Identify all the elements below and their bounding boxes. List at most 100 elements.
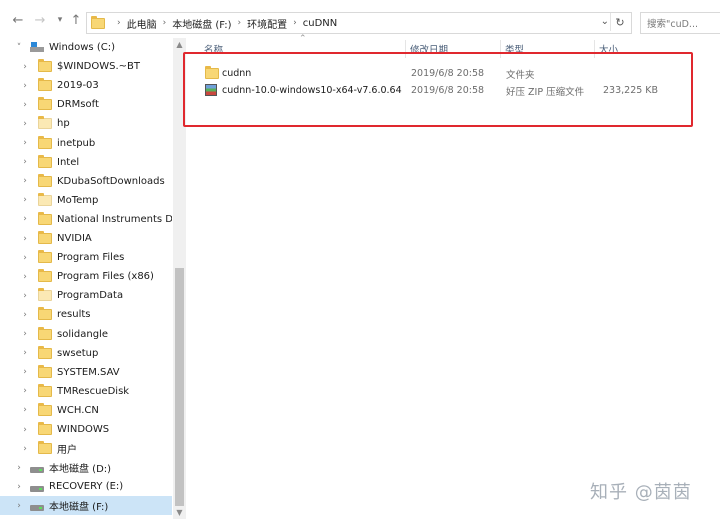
address-dropdown-chevron-icon[interactable]: ⌄ bbox=[601, 16, 609, 27]
sidebar-item-label: solidangle bbox=[57, 328, 108, 340]
windows-drive-icon bbox=[30, 42, 44, 53]
scroll-down-arrow-icon[interactable]: ▼ bbox=[173, 506, 186, 519]
scroll-up-arrow-icon[interactable]: ▲ bbox=[173, 38, 186, 51]
sidebar-item-label: TMRescueDisk bbox=[57, 385, 130, 397]
sidebar-item-results[interactable]: › results bbox=[0, 305, 172, 324]
recent-locations-chevron-icon[interactable]: ▾ bbox=[52, 12, 68, 28]
collapsed-chevron-icon[interactable]: › bbox=[14, 501, 24, 511]
folder-icon bbox=[38, 250, 52, 264]
collapsed-chevron-icon[interactable]: › bbox=[20, 176, 30, 186]
sidebar-item-label: Windows (C:) bbox=[49, 42, 115, 53]
sidebar-item-2019-03[interactable]: › 2019-03 bbox=[0, 76, 172, 95]
collapsed-chevron-icon[interactable]: › bbox=[20, 367, 30, 377]
sidebar-item-label: 本地磁盘 (F:) bbox=[49, 502, 109, 514]
collapsed-chevron-icon[interactable]: › bbox=[20, 100, 30, 110]
collapsed-chevron-icon[interactable]: › bbox=[20, 329, 30, 339]
collapsed-chevron-icon[interactable]: › bbox=[20, 310, 30, 320]
folder-icon bbox=[38, 422, 52, 435]
collapsed-chevron-icon[interactable]: › bbox=[20, 234, 30, 244]
collapsed-chevron-icon[interactable]: › bbox=[20, 425, 30, 435]
folder-icon bbox=[38, 441, 52, 455]
breadcrumb-cudnn[interactable]: cuDNN bbox=[303, 18, 338, 29]
collapsed-chevron-icon[interactable]: › bbox=[20, 214, 30, 224]
sidebar-item-program-files[interactable]: › Program Files bbox=[0, 248, 172, 267]
sidebar-item-programdata[interactable]: › ProgramData bbox=[0, 286, 172, 305]
sidebar-item-intel[interactable]: › Intel bbox=[0, 153, 172, 172]
folder-icon bbox=[38, 383, 52, 397]
sidebar-item-windows[interactable]: › WINDOWS bbox=[0, 420, 172, 439]
watermark: 知乎 @茵茵 bbox=[590, 482, 692, 503]
collapsed-chevron-icon[interactable]: › bbox=[20, 62, 30, 72]
sidebar-item-label: Program Files (x86) bbox=[57, 271, 154, 283]
collapsed-chevron-icon[interactable]: › bbox=[20, 405, 30, 415]
sidebar-item-tmrescuedisk[interactable]: › TMRescueDisk bbox=[0, 382, 172, 401]
sidebar-item-windows-c[interactable]: ˅ Windows (C:) bbox=[0, 38, 172, 57]
folder-icon bbox=[38, 364, 52, 378]
sidebar-item-kdubasoftdownloads[interactable]: › KDubaSoftDownloads bbox=[0, 172, 172, 191]
sidebar-item-system-sav[interactable]: › SYSTEM.SAV bbox=[0, 363, 172, 382]
folder-icon bbox=[38, 116, 52, 130]
search-placeholder[interactable]: 搜索"cuD... bbox=[647, 16, 698, 30]
address-bar[interactable]: › 此电脑 › 本地磁盘 (F:) › 环境配置 › cuDNN ⌄ ↻ bbox=[86, 12, 632, 34]
sidebar-item-national-instruments-dow[interactable]: › National Instruments Dow bbox=[0, 210, 172, 229]
search-box[interactable]: 搜索"cuD... bbox=[640, 12, 720, 34]
folder-icon bbox=[38, 135, 52, 149]
collapsed-chevron-icon[interactable]: › bbox=[20, 195, 30, 205]
sidebar-item-item-21[interactable]: › 用户 bbox=[0, 439, 172, 458]
folder-icon bbox=[38, 269, 52, 283]
collapsed-chevron-icon[interactable]: › bbox=[20, 272, 30, 282]
sidebar-item-hp[interactable]: › hp bbox=[0, 114, 172, 133]
sidebar-item-f[interactable]: › 本地磁盘 (F:) bbox=[0, 496, 172, 516]
sidebar-item-label: 用户 bbox=[57, 445, 77, 457]
folder-icon bbox=[38, 78, 52, 92]
collapsed-chevron-icon[interactable]: › bbox=[20, 386, 30, 396]
expanded-chevron-icon[interactable]: ˅ bbox=[14, 43, 24, 53]
sidebar-item-program-files-x86[interactable]: › Program Files (x86) bbox=[0, 267, 172, 286]
sidebar-item-label: MoTemp bbox=[57, 194, 99, 206]
collapsed-chevron-icon[interactable]: › bbox=[20, 138, 30, 148]
up-arrow-icon[interactable]: ↑ bbox=[68, 12, 84, 28]
collapsed-chevron-icon[interactable]: › bbox=[20, 444, 30, 454]
breadcrumb-separator-icon: › bbox=[293, 18, 297, 28]
sidebar-item-wch-cn[interactable]: › WCH.CN bbox=[0, 401, 172, 420]
sidebar-item-inetpub[interactable]: › inetpub bbox=[0, 134, 172, 153]
back-arrow-icon[interactable]: ← bbox=[10, 12, 26, 28]
collapsed-chevron-icon[interactable]: › bbox=[20, 157, 30, 167]
sidebar-item-solidangle[interactable]: › solidangle bbox=[0, 325, 172, 344]
collapsed-chevron-icon[interactable]: › bbox=[20, 119, 30, 129]
forward-arrow-icon[interactable]: → bbox=[32, 12, 48, 28]
folder-icon bbox=[91, 15, 105, 29]
sidebar-item-label: results bbox=[57, 309, 91, 321]
sidebar-item-label: WCH.CN bbox=[57, 404, 99, 416]
collapsed-chevron-icon[interactable]: › bbox=[20, 81, 30, 91]
sidebar-item-label: DRMsoft bbox=[57, 99, 99, 111]
sidebar-item-motemp[interactable]: › MoTemp bbox=[0, 191, 172, 210]
folder-icon bbox=[38, 192, 52, 206]
sidebar-item-label: ProgramData bbox=[57, 290, 124, 302]
sidebar-item-d[interactable]: › 本地磁盘 (D:) bbox=[0, 458, 172, 477]
folder-icon bbox=[38, 59, 52, 73]
collapsed-chevron-icon[interactable]: › bbox=[20, 348, 30, 358]
refresh-icon[interactable]: ↻ bbox=[610, 13, 629, 31]
breadcrumb-env-config[interactable]: 环境配置 bbox=[247, 16, 287, 31]
sidebar-item-label: 本地磁盘 (D:) bbox=[49, 464, 112, 476]
breadcrumb-drive-f[interactable]: 本地磁盘 (F:) bbox=[172, 16, 231, 31]
breadcrumb-this-pc[interactable]: 此电脑 bbox=[127, 16, 157, 31]
breadcrumb-separator-icon: › bbox=[237, 18, 242, 28]
drive-icon bbox=[30, 504, 44, 511]
sidebar-item-swsetup[interactable]: › swsetup bbox=[0, 344, 172, 363]
sidebar-item-recovery-e[interactable]: › RECOVERY (E:) bbox=[0, 477, 172, 496]
sidebar-item-drmsoft[interactable]: › DRMsoft bbox=[0, 95, 172, 114]
collapsed-chevron-icon[interactable]: › bbox=[14, 463, 24, 473]
collapsed-chevron-icon[interactable]: › bbox=[20, 291, 30, 301]
drive-icon bbox=[30, 466, 44, 473]
sidebar-item-nvidia[interactable]: › NVIDIA bbox=[0, 229, 172, 248]
sidebar-item-label: Program Files bbox=[57, 252, 125, 264]
sidebar-item-label: WINDOWS bbox=[57, 424, 110, 435]
breadcrumb-separator-icon: › bbox=[117, 18, 121, 28]
collapsed-chevron-icon[interactable]: › bbox=[20, 253, 30, 263]
collapsed-chevron-icon[interactable]: › bbox=[14, 482, 24, 492]
sidebar-item-windows-bt[interactable]: › $WINDOWS.~BT bbox=[0, 57, 172, 76]
scrollbar-thumb[interactable] bbox=[175, 268, 184, 506]
sidebar-item-label: RECOVERY (E:) bbox=[49, 481, 124, 493]
